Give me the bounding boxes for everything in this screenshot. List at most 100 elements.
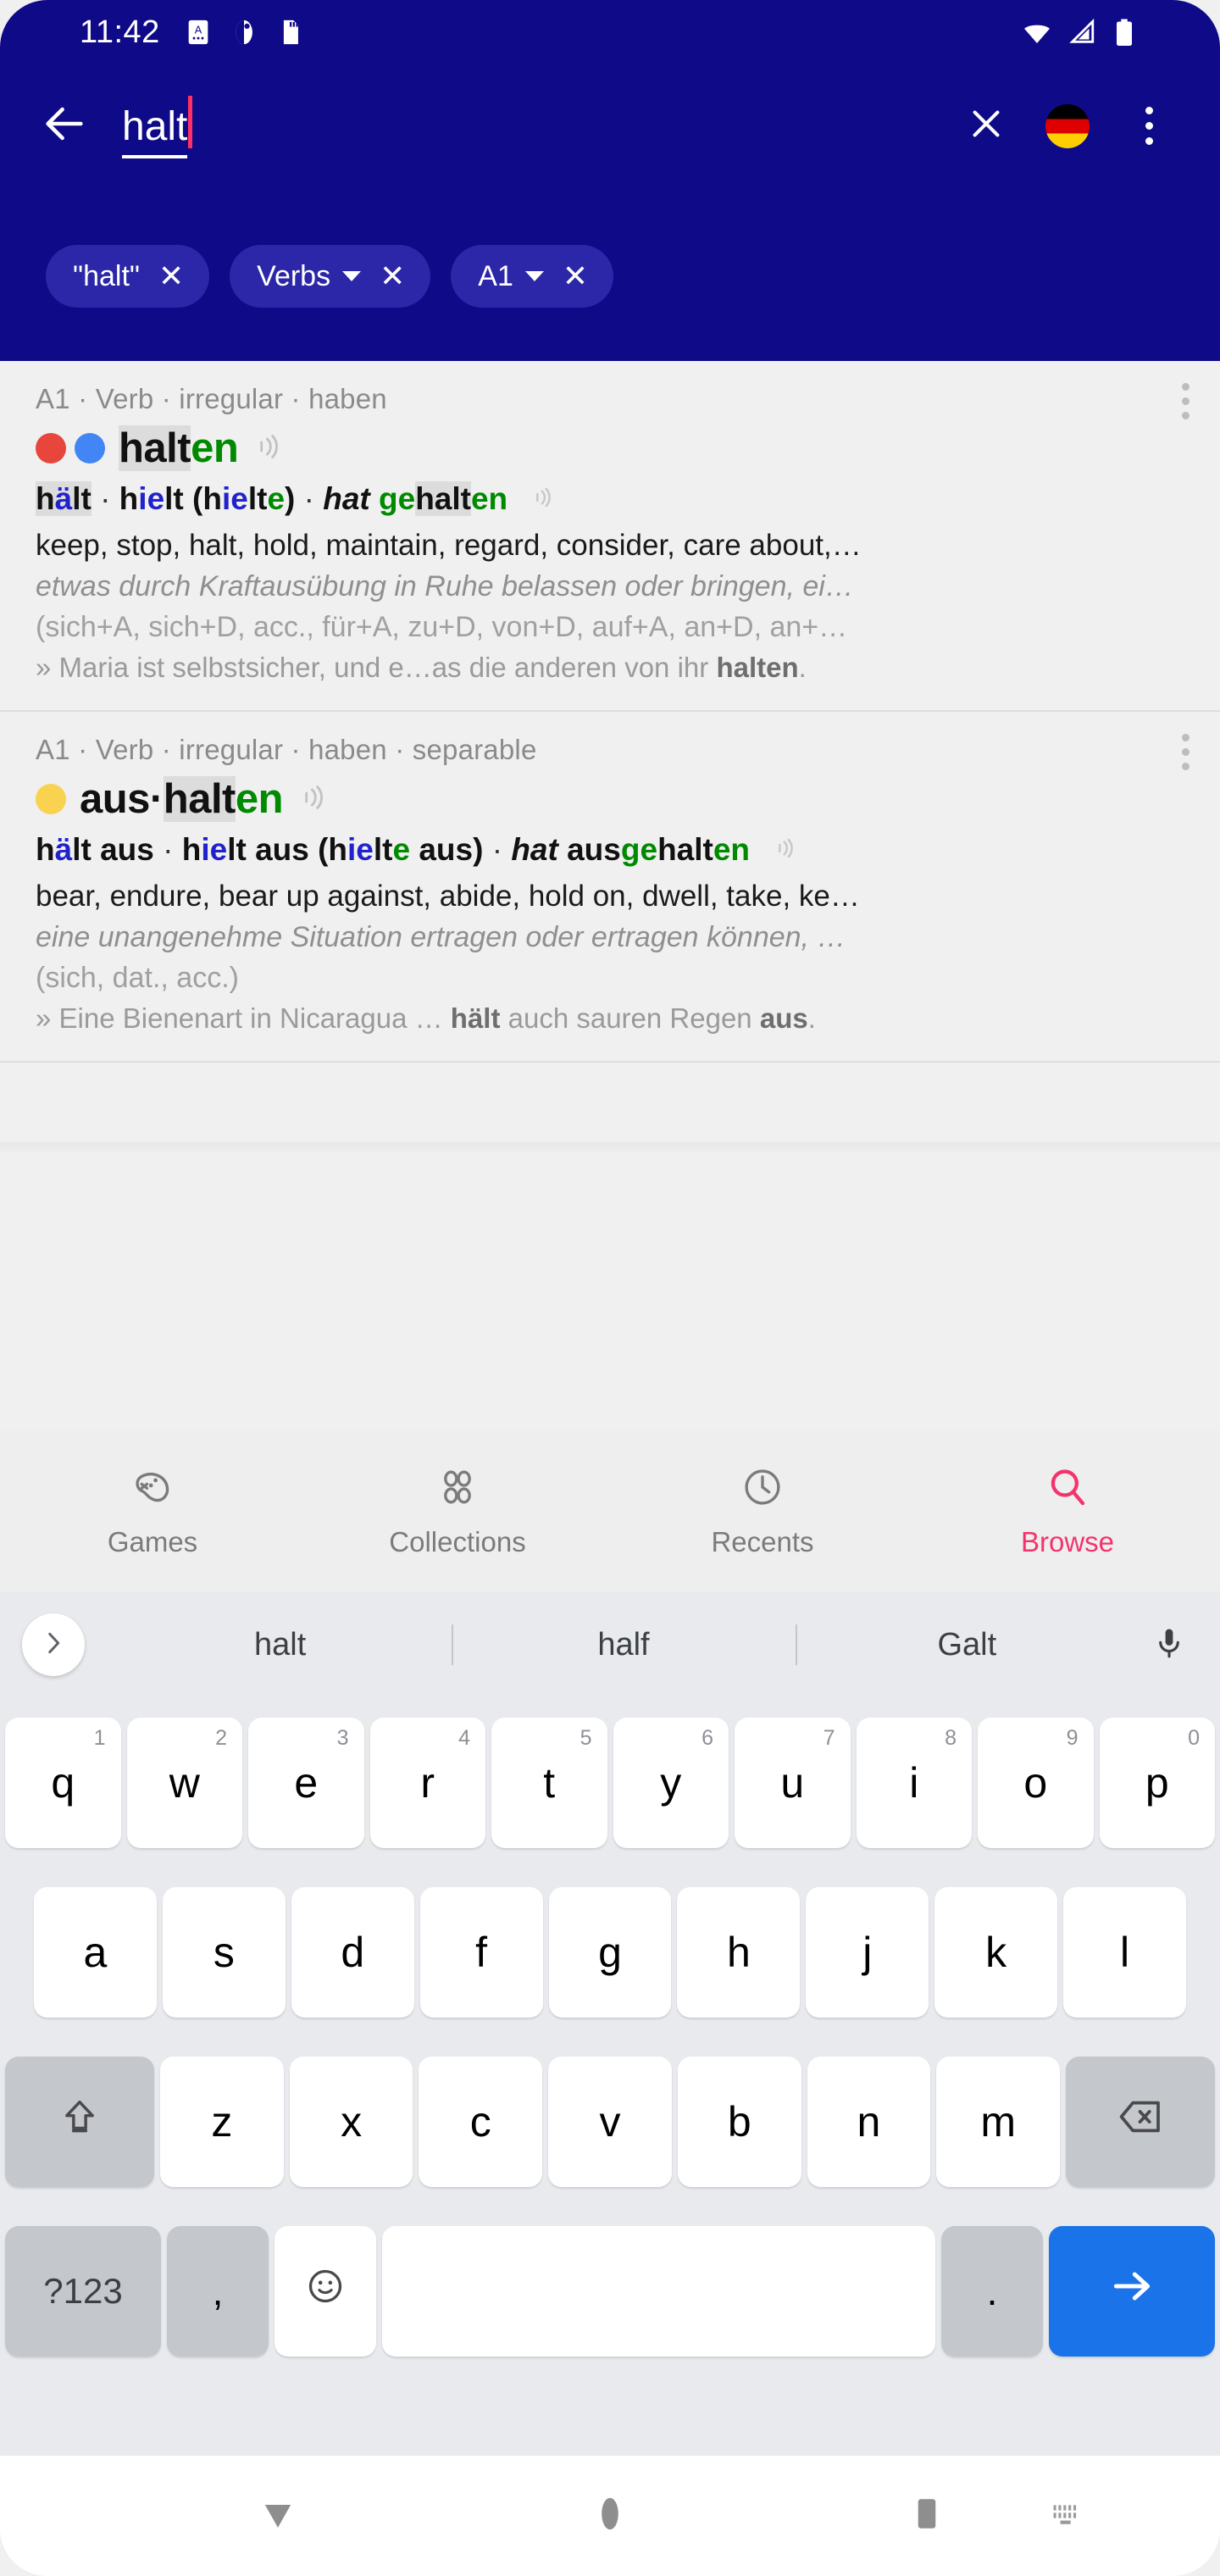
key-q[interactable]: 1q bbox=[5, 1718, 121, 1848]
expand-suggestions-button[interactable] bbox=[22, 1613, 85, 1676]
nav-item-recents[interactable]: Recents bbox=[610, 1464, 915, 1558]
chevron-down-icon[interactable] bbox=[524, 271, 544, 281]
clear-search-button[interactable] bbox=[946, 86, 1027, 167]
key-l[interactable]: l bbox=[1063, 1887, 1187, 2018]
key-y[interactable]: 6y bbox=[613, 1718, 729, 1848]
entry-overflow-button[interactable] bbox=[1182, 734, 1190, 771]
system-back-button[interactable] bbox=[254, 2490, 302, 2542]
filter-chip-level[interactable]: A1 ✕ bbox=[451, 245, 614, 308]
audio-speaker-icon[interactable] bbox=[530, 480, 557, 522]
comma-key[interactable]: , bbox=[167, 2226, 269, 2357]
audio-speaker-icon[interactable] bbox=[297, 780, 330, 819]
nav-item-games[interactable]: Games bbox=[0, 1464, 305, 1558]
key-label: z bbox=[211, 2098, 233, 2146]
search-app-bar: halt bbox=[0, 64, 1220, 187]
filter-chip-row: "halt" ✕ Verbs ✕ A1 ✕ bbox=[0, 187, 1220, 361]
status-right-icons bbox=[1022, 18, 1142, 47]
enter-key[interactable] bbox=[1049, 2226, 1215, 2357]
key-g[interactable]: g bbox=[548, 1887, 672, 2018]
backspace-key[interactable] bbox=[1066, 2057, 1216, 2187]
back-button[interactable] bbox=[30, 92, 98, 160]
key-i[interactable]: 8i bbox=[856, 1718, 972, 1848]
entry-translations: bear, endure, bear up against, abide, ho… bbox=[36, 880, 860, 913]
key-label: y bbox=[660, 1759, 682, 1807]
key-v[interactable]: v bbox=[548, 2057, 672, 2187]
close-icon[interactable]: ✕ bbox=[380, 261, 405, 291]
filter-chip-label: A1 bbox=[478, 259, 513, 292]
key-label: n bbox=[857, 2098, 881, 2146]
voice-input-button[interactable] bbox=[1139, 1614, 1200, 1675]
audio-speaker-icon[interactable] bbox=[252, 430, 286, 468]
key-label: a bbox=[83, 1929, 108, 1976]
key-a[interactable]: a bbox=[34, 1887, 157, 2018]
key-z[interactable]: z bbox=[159, 2057, 284, 2187]
key-x[interactable]: x bbox=[289, 2057, 413, 2187]
key-d[interactable]: d bbox=[291, 1887, 414, 2018]
key-o[interactable]: 9o bbox=[978, 1718, 1094, 1848]
close-icon[interactable]: ✕ bbox=[563, 261, 588, 291]
shift-key[interactable] bbox=[4, 2057, 154, 2187]
nav-item-collections[interactable]: Collections bbox=[305, 1464, 610, 1558]
suggestion-item[interactable]: halt bbox=[108, 1627, 452, 1663]
filter-chip-verbs[interactable]: Verbs ✕ bbox=[230, 245, 431, 308]
suggestion-item[interactable]: half bbox=[452, 1627, 795, 1663]
close-icon[interactable]: ✕ bbox=[158, 261, 184, 291]
key-b[interactable]: b bbox=[677, 2057, 801, 2187]
key-r[interactable]: 4r bbox=[369, 1718, 485, 1848]
key-t[interactable]: 5t bbox=[491, 1718, 607, 1848]
overflow-menu-button[interactable] bbox=[1108, 86, 1190, 167]
key-k[interactable]: k bbox=[934, 1887, 1058, 2018]
key-n[interactable]: n bbox=[807, 2057, 931, 2187]
sd-card-a-icon: A bbox=[184, 18, 213, 47]
emoji-key[interactable] bbox=[274, 2226, 376, 2357]
phone-screen: 11:42 A halt "halt" ✕ Verbs ✕ A1 ✕ A1 · … bbox=[0, 0, 1220, 2576]
key-j[interactable]: j bbox=[806, 1887, 929, 2018]
search-field[interactable]: halt bbox=[122, 87, 946, 165]
result-entry[interactable]: A1 · Verb · irregular · haben halten häl… bbox=[0, 361, 1220, 710]
key-h[interactable]: h bbox=[677, 1887, 801, 2018]
microphone-icon bbox=[1151, 1624, 1188, 1666]
entry-overflow-button[interactable] bbox=[1182, 383, 1190, 419]
key-label: w bbox=[169, 1759, 200, 1807]
key-f[interactable]: f bbox=[419, 1887, 543, 2018]
system-recents-button[interactable] bbox=[903, 2490, 951, 2542]
gender-dot-blue bbox=[75, 433, 105, 464]
key-s[interactable]: s bbox=[162, 1887, 286, 2018]
suggestion-item[interactable]: Galt bbox=[796, 1627, 1139, 1663]
key-label: e bbox=[294, 1759, 319, 1807]
key-u[interactable]: 7u bbox=[735, 1718, 851, 1848]
bottom-navigation-bar: Games Collections Recents Browse bbox=[0, 1430, 1220, 1591]
nav-keyboard-icon bbox=[1049, 2496, 1086, 2537]
entry-headword[interactable]: halten bbox=[119, 424, 239, 473]
key-label: p bbox=[1145, 1759, 1169, 1807]
on-screen-keyboard: halt half Galt 1q 2w 3e 4r 5t 6y 7u 8i 9… bbox=[0, 1591, 1220, 2456]
key-e[interactable]: 3e bbox=[248, 1718, 364, 1848]
svg-text:A: A bbox=[195, 23, 202, 36]
language-button[interactable] bbox=[1027, 86, 1108, 167]
more-vertical-icon bbox=[1145, 107, 1153, 145]
key-c[interactable]: c bbox=[419, 2057, 543, 2187]
system-home-button[interactable] bbox=[586, 2490, 634, 2542]
search-input[interactable]: halt bbox=[122, 104, 188, 158]
filter-chip-query[interactable]: "halt" ✕ bbox=[46, 245, 210, 308]
period-key[interactable]: . bbox=[941, 2226, 1043, 2357]
key-m[interactable]: m bbox=[936, 2057, 1061, 2187]
nav-item-label: Recents bbox=[711, 1525, 814, 1557]
nav-item-browse[interactable]: Browse bbox=[915, 1464, 1220, 1558]
system-keyboard-button[interactable] bbox=[1049, 2496, 1086, 2537]
entry-translations: keep, stop, halt, hold, maintain, regard… bbox=[36, 529, 862, 563]
symbols-key[interactable]: ?123 bbox=[5, 2226, 161, 2357]
entry-headword[interactable]: aus·halten bbox=[80, 774, 284, 824]
key-number: 8 bbox=[945, 1726, 957, 1750]
chevron-down-icon[interactable] bbox=[342, 271, 362, 281]
key-label: t bbox=[543, 1759, 556, 1807]
key-p[interactable]: 0p bbox=[1099, 1718, 1215, 1848]
key-w[interactable]: 2w bbox=[126, 1718, 242, 1848]
list-bottom-spacer bbox=[0, 1061, 1220, 1143]
search-results-list[interactable]: A1 · Verb · irregular · haben halten häl… bbox=[0, 361, 1220, 1430]
mask-icon bbox=[230, 18, 258, 47]
result-entry[interactable]: A1 · Verb · irregular · haben · separabl… bbox=[0, 710, 1220, 1061]
key-label: d bbox=[341, 1929, 365, 1976]
space-key[interactable] bbox=[382, 2226, 935, 2357]
audio-speaker-icon[interactable] bbox=[772, 830, 799, 873]
